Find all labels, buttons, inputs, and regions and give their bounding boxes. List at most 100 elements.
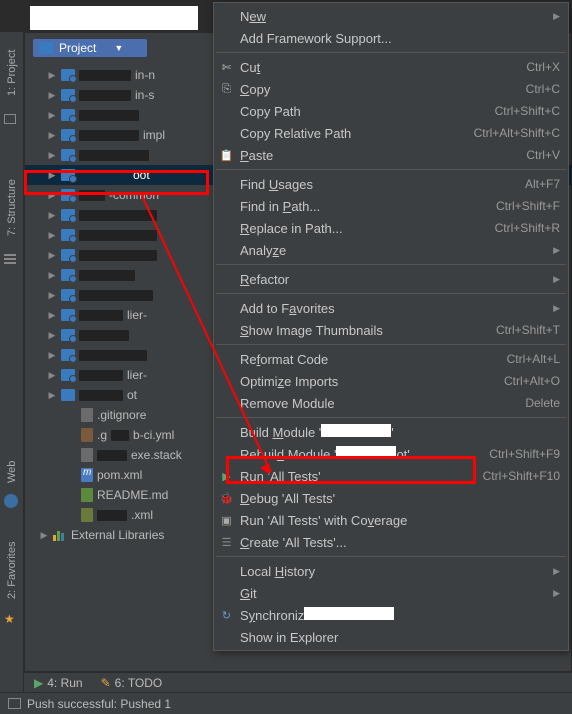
clipboard-icon: 📋 — [219, 148, 234, 163]
sync-icon: ↻ — [219, 608, 234, 623]
ctx-cut[interactable]: ✄CutCtrl+X — [214, 56, 568, 78]
ctx-synchronize[interactable]: ↻Synchroniz — [214, 604, 568, 626]
module-icon — [61, 289, 75, 301]
module-icon — [61, 269, 75, 281]
module-icon — [61, 89, 75, 101]
status-bar: Push successful: Pushed 1 — [0, 692, 572, 714]
ctx-show-explorer[interactable]: Show in Explorer — [214, 626, 568, 648]
rail-label: 7: Structure — [6, 180, 18, 237]
ctx-git[interactable]: Git▶ — [214, 582, 568, 604]
libraries-icon — [53, 529, 67, 541]
copy-icon: ⎘ — [219, 82, 234, 97]
ctx-remove-module[interactable]: Remove ModuleDelete — [214, 392, 568, 414]
module-icon — [61, 209, 75, 221]
ctx-show-thumbnails[interactable]: Show Image ThumbnailsCtrl+Shift+T — [214, 319, 568, 341]
ctx-find-in-path[interactable]: Find in Path...Ctrl+Shift+F — [214, 195, 568, 217]
module-icon — [61, 229, 75, 241]
menu-separator — [216, 344, 566, 345]
ctx-build-module[interactable]: Build Module '' — [214, 421, 568, 443]
rail-structure-tab[interactable]: 7: Structure — [0, 168, 24, 248]
ctx-rebuild-module[interactable]: Rebuild Module 'ot'Ctrl+Shift+F9 — [214, 443, 568, 465]
maven-file-icon — [81, 468, 93, 482]
bug-icon: 🐞 — [219, 491, 234, 506]
folder-icon — [39, 42, 53, 54]
module-icon — [61, 349, 75, 361]
obscured-text — [79, 70, 131, 81]
submenu-arrow-icon: ▶ — [553, 588, 560, 599]
ctx-copy[interactable]: ⎘CopyCtrl+C — [214, 78, 568, 100]
submenu-arrow-icon: ▶ — [553, 566, 560, 577]
ctx-add-framework[interactable]: Add Framework Support... — [214, 27, 568, 49]
play-icon: ▶ — [219, 469, 234, 484]
module-icon — [61, 109, 75, 121]
whiteout — [304, 607, 394, 620]
todo-tool-button[interactable]: ✎6: TODO — [101, 676, 163, 690]
ctx-replace-in-path[interactable]: Replace in Path...Ctrl+Shift+R — [214, 217, 568, 239]
context-menu: New▶ Add Framework Support... ✄CutCtrl+X… — [213, 2, 569, 651]
play-icon: ▶ — [34, 676, 43, 690]
star-icon: ★ — [4, 612, 20, 628]
module-icon — [61, 69, 75, 81]
config-icon: ☰ — [219, 535, 234, 550]
submenu-arrow-icon: ▶ — [553, 11, 560, 22]
ctx-refactor[interactable]: Refactor▶ — [214, 268, 568, 290]
module-icon — [61, 369, 75, 381]
module-icon — [61, 309, 75, 321]
menu-separator — [216, 52, 566, 53]
ctx-analyze[interactable]: Analyze▶ — [214, 239, 568, 261]
module-icon — [61, 169, 75, 181]
tool-window-bar: ▶4: Run ✎6: TODO — [24, 672, 572, 692]
md-file-icon — [81, 488, 93, 502]
left-tool-rail: 1: Project 7: Structure Web 2: Favorites… — [0, 32, 24, 714]
menu-separator — [216, 169, 566, 170]
file-icon — [81, 408, 93, 422]
project-rail-icon — [4, 114, 20, 130]
run-tool-button[interactable]: ▶4: Run — [34, 676, 83, 690]
menu-separator — [216, 293, 566, 294]
ctx-debug[interactable]: 🐞Debug 'All Tests' — [214, 487, 568, 509]
module-icon — [61, 149, 75, 161]
ctx-create-tests[interactable]: ☰Create 'All Tests'... — [214, 531, 568, 553]
module-icon — [61, 249, 75, 261]
project-view-dropdown[interactable]: Project ▼ — [33, 39, 147, 57]
rail-project-tab[interactable]: 1: Project — [0, 38, 24, 108]
menu-separator — [216, 264, 566, 265]
menu-separator — [216, 556, 566, 557]
module-icon — [61, 329, 75, 341]
ctx-find-usages[interactable]: Find UsagesAlt+F7 — [214, 173, 568, 195]
tool-windows-icon[interactable] — [8, 698, 21, 709]
rail-web-tab[interactable]: Web — [0, 452, 24, 492]
submenu-arrow-icon: ▶ — [553, 274, 560, 285]
todo-icon: ✎ — [101, 676, 111, 690]
folder-icon — [61, 389, 75, 401]
shield-icon: ▣ — [219, 513, 234, 528]
ctx-run[interactable]: ▶Run 'All Tests'Ctrl+Shift+F10 — [214, 465, 568, 487]
ctx-copy-relative-path[interactable]: Copy Relative PathCtrl+Alt+Shift+C — [214, 122, 568, 144]
chevron-down-icon: ▼ — [114, 43, 123, 53]
whiteout — [321, 424, 391, 437]
file-icon — [81, 448, 93, 462]
whiteout — [336, 446, 396, 459]
ctx-paste[interactable]: 📋PasteCtrl+V — [214, 144, 568, 166]
status-text: Push successful: Pushed 1 — [27, 697, 171, 711]
ctx-reformat[interactable]: Reformat CodeCtrl+Alt+L — [214, 348, 568, 370]
rail-favorites-tab[interactable]: 2: Favorites — [0, 532, 24, 608]
ctx-new[interactable]: New▶ — [214, 5, 568, 27]
scissors-icon: ✄ — [219, 60, 234, 75]
rail-label: Web — [6, 461, 18, 483]
module-icon — [61, 129, 75, 141]
ctx-optimize-imports[interactable]: Optimize ImportsCtrl+Alt+O — [214, 370, 568, 392]
module-icon — [61, 189, 75, 201]
ctx-local-history[interactable]: Local History▶ — [214, 560, 568, 582]
ctx-run-coverage[interactable]: ▣Run 'All Tests' with Coverage — [214, 509, 568, 531]
globe-icon — [4, 494, 20, 510]
rail-label: 2: Favorites — [6, 541, 18, 598]
submenu-arrow-icon: ▶ — [553, 303, 560, 314]
panel-title: Project — [59, 41, 96, 55]
yml-file-icon — [81, 428, 93, 442]
submenu-arrow-icon: ▶ — [553, 245, 560, 256]
ctx-add-favorites[interactable]: Add to Favorites▶ — [214, 297, 568, 319]
structure-rail-icon — [4, 254, 20, 270]
whiteout-top — [30, 6, 198, 30]
ctx-copy-path[interactable]: Copy PathCtrl+Shift+C — [214, 100, 568, 122]
